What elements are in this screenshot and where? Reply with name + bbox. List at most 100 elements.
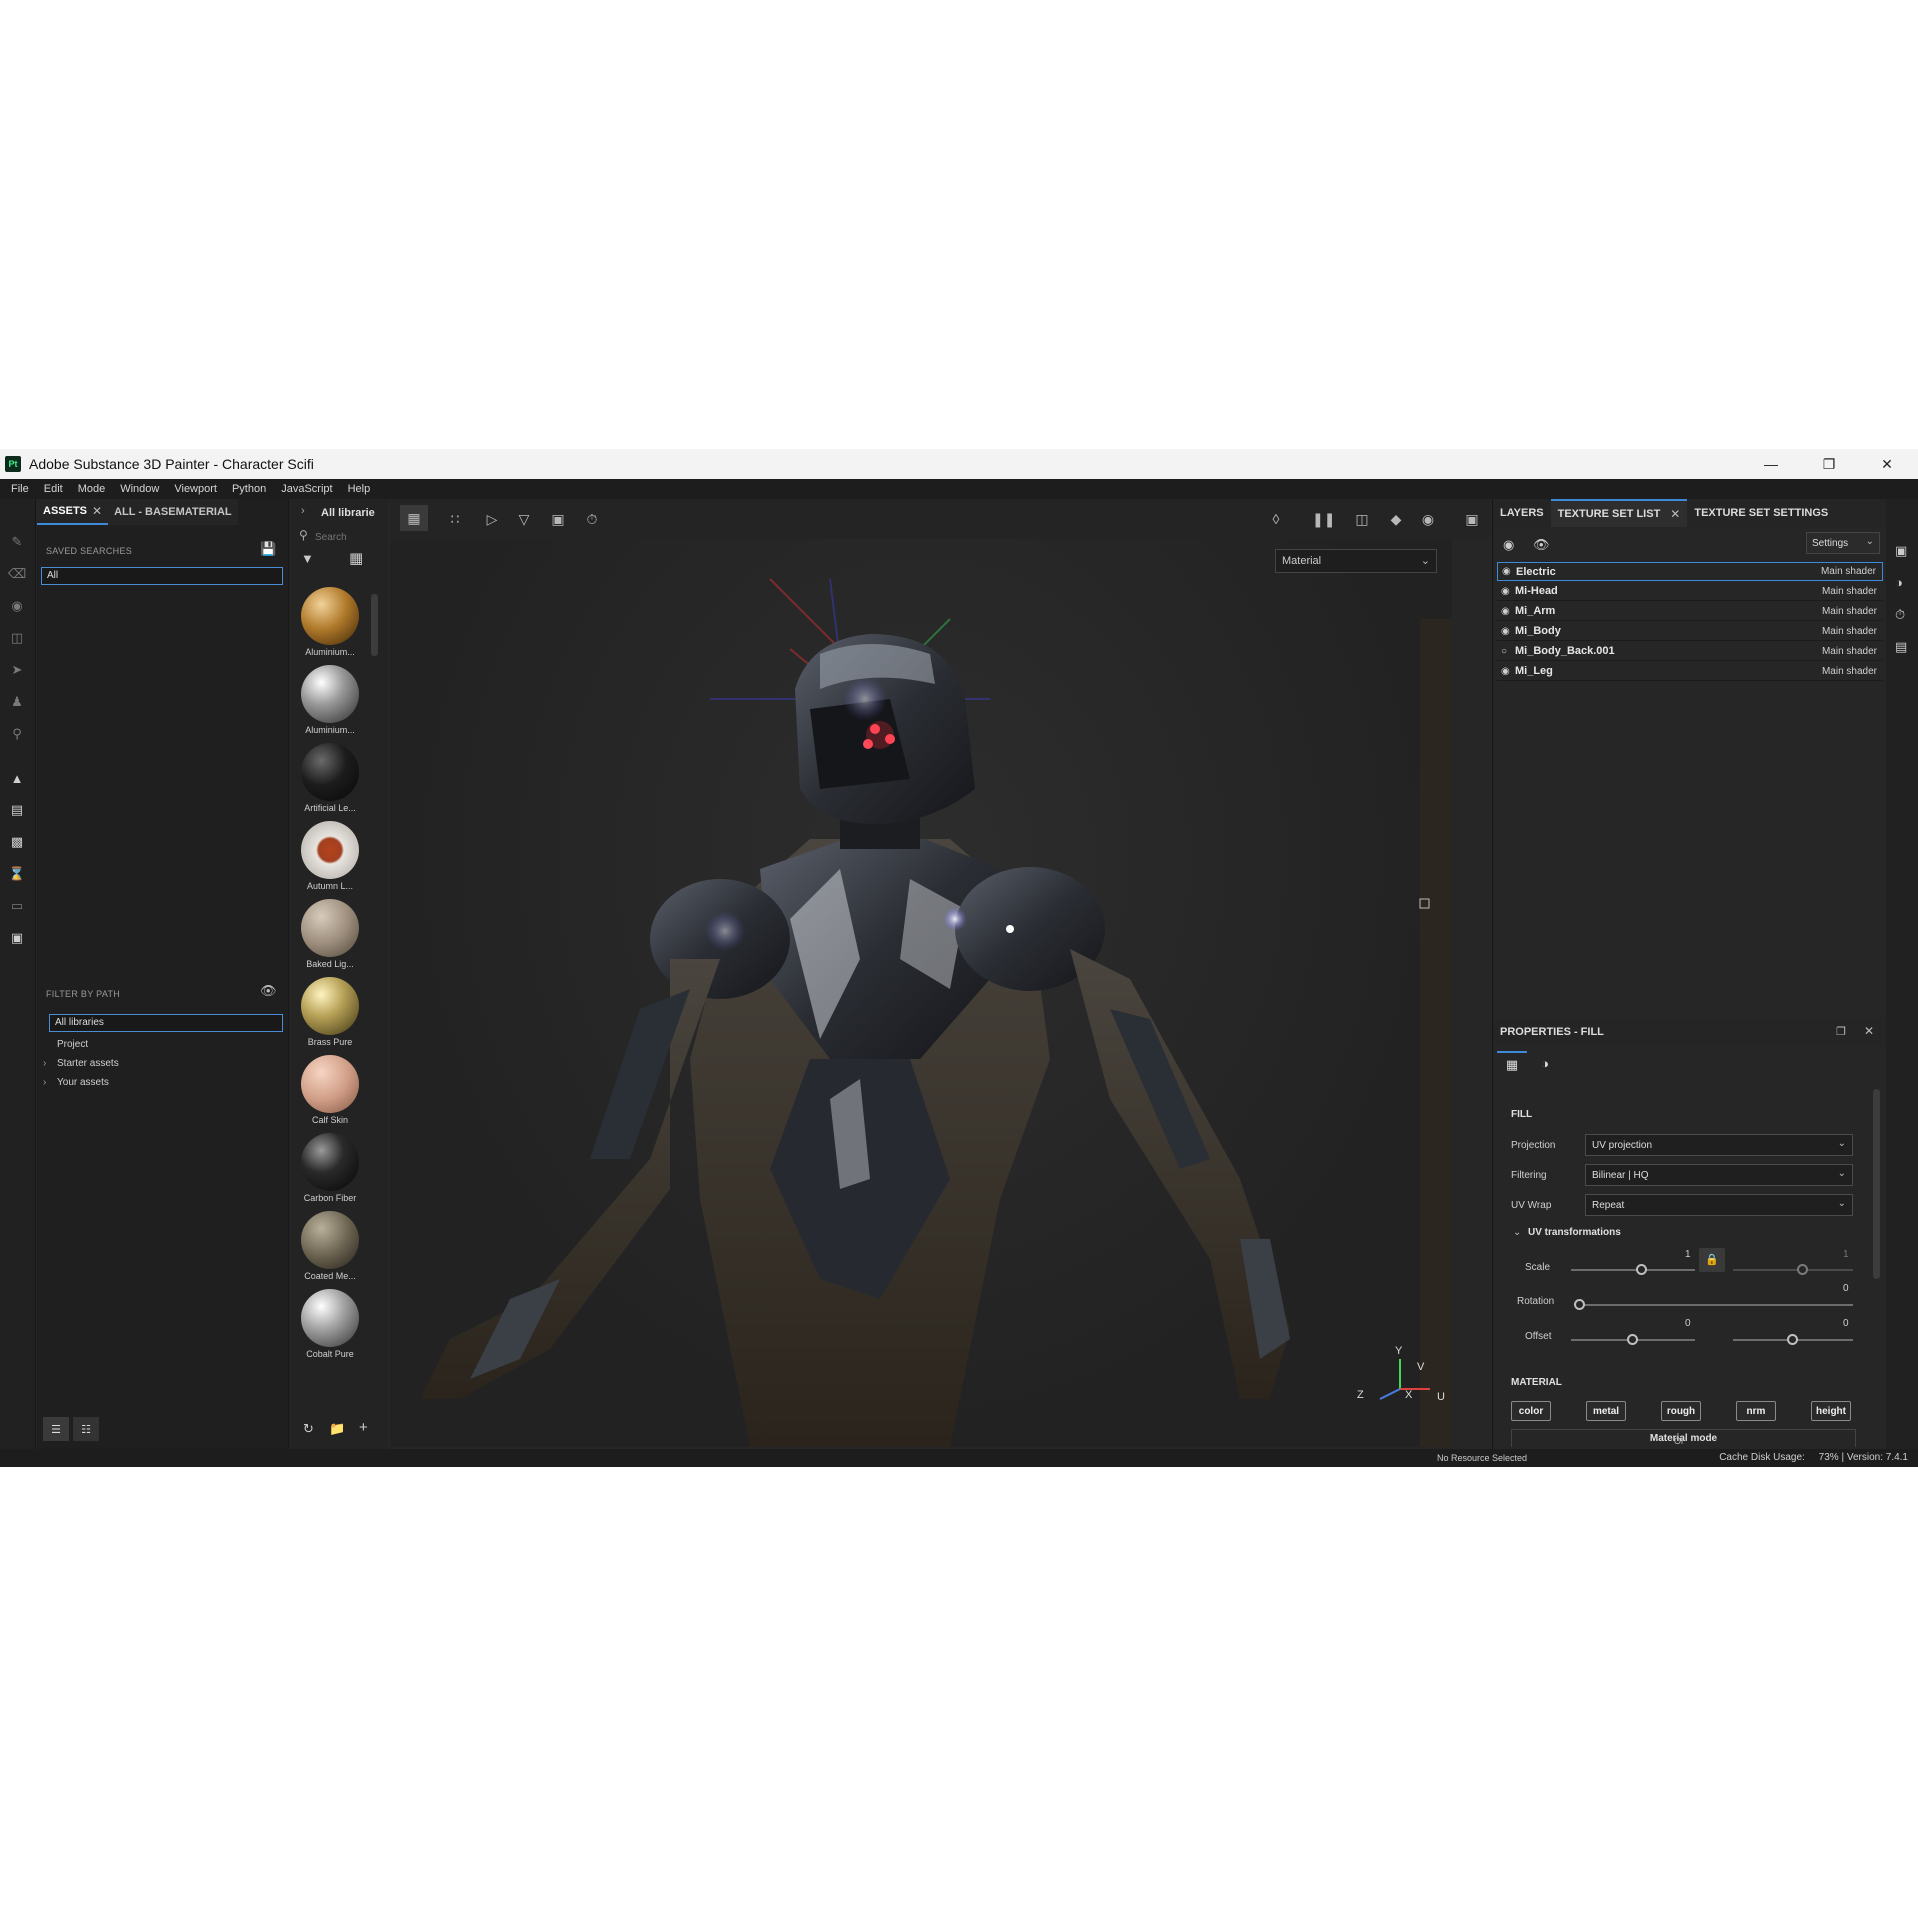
bake-icon[interactable]: ▤ [8, 801, 26, 819]
rotation-slider[interactable] [1579, 1304, 1853, 1306]
close-icon[interactable]: ✕ [92, 504, 102, 518]
tab-layers[interactable]: LAYERS [1493, 499, 1551, 527]
texture-set-row[interactable]: ◉ Mi_Arm Main shader [1497, 602, 1883, 621]
close-icon[interactable]: ✕ [1670, 507, 1680, 521]
tab-assets[interactable]: ASSETS ✕ [37, 499, 109, 525]
eraser-icon[interactable]: ⌫ [8, 565, 26, 583]
scale-slider-2-knob[interactable] [1797, 1264, 1808, 1275]
offset-slider-1-knob[interactable] [1627, 1334, 1638, 1345]
menu-window[interactable]: Window [120, 483, 159, 495]
display-settings-icon[interactable]: ▣ [1895, 543, 1907, 559]
path-starter-assets[interactable]: Starter assets [57, 1058, 119, 1069]
menu-edit[interactable]: Edit [44, 483, 63, 495]
library-breadcrumb[interactable]: All librarie [321, 507, 381, 519]
frame-icon[interactable]: ▣ [548, 511, 568, 528]
texture-set-row[interactable]: ◉ Mi_Body Main shader [1497, 622, 1883, 641]
rotation-slider-knob[interactable] [1574, 1299, 1585, 1310]
viewport-scene[interactable]: Z Y X V U [390, 539, 1452, 1447]
close-window-button[interactable]: ✕ [1858, 449, 1916, 479]
camera-icon[interactable]: ◉ [1418, 511, 1438, 528]
material-calf-skin[interactable]: Calf Skin [297, 1055, 363, 1133]
filtering-dropdown[interactable]: Bilinear | HQ ⌄ [1585, 1164, 1853, 1186]
material-aluminium-2[interactable]: Aluminium... [297, 665, 363, 743]
asset-search-input[interactable] [315, 529, 381, 545]
tab-texture-set-list[interactable]: TEXTURE SET LIST ✕ [1550, 499, 1688, 527]
minimize-button[interactable]: — [1742, 449, 1800, 479]
log-icon[interactable]: ▤ [1895, 639, 1907, 655]
history-icon[interactable]: ⏱ [1895, 607, 1905, 623]
uvwrap-dropdown[interactable]: Repeat ⌄ [1585, 1194, 1853, 1216]
eye-icon[interactable]: ◉ [1502, 566, 1514, 577]
color-picker-icon[interactable]: ⚲ [8, 725, 26, 743]
screenshot-icon[interactable]: ▣ [1462, 511, 1482, 528]
shader-settings-icon[interactable]: ◑ [1895, 575, 1903, 590]
channel-metal-button[interactable]: metal [1586, 1401, 1626, 1421]
grid-view-icon[interactable]: ▦ [349, 549, 363, 567]
close-icon[interactable]: ✕ [1864, 1024, 1874, 1038]
texture-set-row[interactable]: ◉ Electric Main shader [1497, 562, 1883, 581]
path-project[interactable]: Project [57, 1039, 88, 1050]
detach-icon[interactable]: ❐ [1836, 1025, 1846, 1038]
offset-slider-2-knob[interactable] [1787, 1334, 1798, 1345]
texture-set-row[interactable]: ◉ Mi-Head Main shader [1497, 582, 1883, 601]
split-view-icon[interactable]: ◫ [1352, 511, 1372, 528]
polygon-fill-icon[interactable]: ◫ [8, 629, 26, 647]
texture-set-row[interactable]: ○ Mi_Body_Back.001 Main shader [1497, 642, 1883, 661]
menu-viewport[interactable]: Viewport [174, 483, 217, 495]
symmetry-y-icon[interactable]: ▽ [514, 511, 534, 528]
path-all-libraries[interactable]: All libraries [49, 1014, 283, 1032]
list-view-icon[interactable]: ☰ [43, 1417, 69, 1441]
channel-height-button[interactable]: height [1811, 1401, 1851, 1421]
add-icon[interactable]: + [359, 1419, 368, 1436]
symmetry-x-icon[interactable]: ▷ [482, 511, 502, 528]
refresh-icon[interactable]: ↻ [303, 1421, 314, 1437]
export-icon[interactable]: ▲ [8, 769, 26, 787]
material-cobalt-pure[interactable]: Cobalt Pure [297, 1289, 363, 1367]
material-artificial-leather[interactable]: Artificial Le... [297, 743, 363, 821]
viewport-mode-dropdown[interactable]: Material ⌄ [1275, 549, 1437, 573]
selection-mode-icon[interactable]: ▦ [400, 505, 428, 531]
eye-icon[interactable]: ◉ [1501, 586, 1513, 597]
settings-dropdown[interactable]: Settings ⌄ [1806, 532, 1880, 554]
visibility-toggle-icon[interactable]: ◉ [1503, 537, 1514, 553]
properties-scrollbar[interactable] [1873, 1089, 1880, 1279]
channel-nrm-button[interactable]: nrm [1736, 1401, 1776, 1421]
hide-icon[interactable]: ◊ [1266, 511, 1286, 527]
folder-icon[interactable]: 📁 [329, 1421, 345, 1437]
cube-view-icon[interactable]: ◆ [1386, 511, 1406, 528]
menu-python[interactable]: Python [232, 483, 266, 495]
fill-properties-icon[interactable]: ▦ [1497, 1051, 1527, 1077]
material-carbon-fiber[interactable]: Carbon Fiber [297, 1133, 363, 1211]
smudge-icon[interactable]: ➤ [8, 661, 26, 679]
uv-tool-icon[interactable]: ▭ [8, 897, 26, 915]
menu-help[interactable]: Help [348, 483, 371, 495]
pause-icon[interactable]: ❚❚ [1312, 511, 1335, 528]
menu-mode[interactable]: Mode [78, 483, 106, 495]
grid-snap-icon[interactable]: ∷ [445, 511, 465, 528]
eye-icon[interactable]: ○ [1501, 646, 1513, 657]
texture-set-icon[interactable]: ▩ [8, 833, 26, 851]
path-your-assets[interactable]: Your assets [57, 1077, 109, 1088]
material-sphere-icon[interactable]: ◑ [1531, 1053, 1559, 1077]
tab-all-basematerial[interactable]: ALL - BASEMATERIAL [108, 499, 238, 525]
material-baked-light[interactable]: Baked Lig... [297, 899, 363, 977]
projection-dropdown[interactable]: UV projection ⌄ [1585, 1134, 1853, 1156]
texture-set-row[interactable]: ◉ Mi_Leg Main shader [1497, 662, 1883, 681]
paint-brush-icon[interactable]: ✎ [8, 533, 26, 551]
clone-stamp-icon[interactable]: ♟ [8, 693, 26, 711]
chevron-right-icon[interactable]: › [301, 505, 305, 517]
eye-icon[interactable]: ◉ [1501, 606, 1513, 617]
scale-slider-2[interactable] [1733, 1269, 1853, 1271]
material-coated-metal[interactable]: Coated Me... [297, 1211, 363, 1289]
material-brass-pure[interactable]: Brass Pure [297, 977, 363, 1055]
chevron-right-icon[interactable]: › [43, 1058, 46, 1069]
save-search-icon[interactable]: 💾 [260, 541, 276, 557]
projection-icon[interactable]: ◉ [8, 597, 26, 615]
viewport[interactable]: ▦ ∷ ▷ ▽ ▣ ⏱ ◊ ❚❚ ◫ ◆ ◉ ▣ Z Y X V U Mater… [390, 499, 1490, 1449]
channel-rough-button[interactable]: rough [1661, 1401, 1701, 1421]
history-icon[interactable]: ⏱ [582, 511, 602, 528]
channel-color-button[interactable]: color [1511, 1401, 1551, 1421]
scale-slider-1[interactable] [1571, 1269, 1695, 1271]
tree-view-icon[interactable]: ☷ [73, 1417, 99, 1441]
filter-icon[interactable]: ▼ [301, 551, 314, 566]
